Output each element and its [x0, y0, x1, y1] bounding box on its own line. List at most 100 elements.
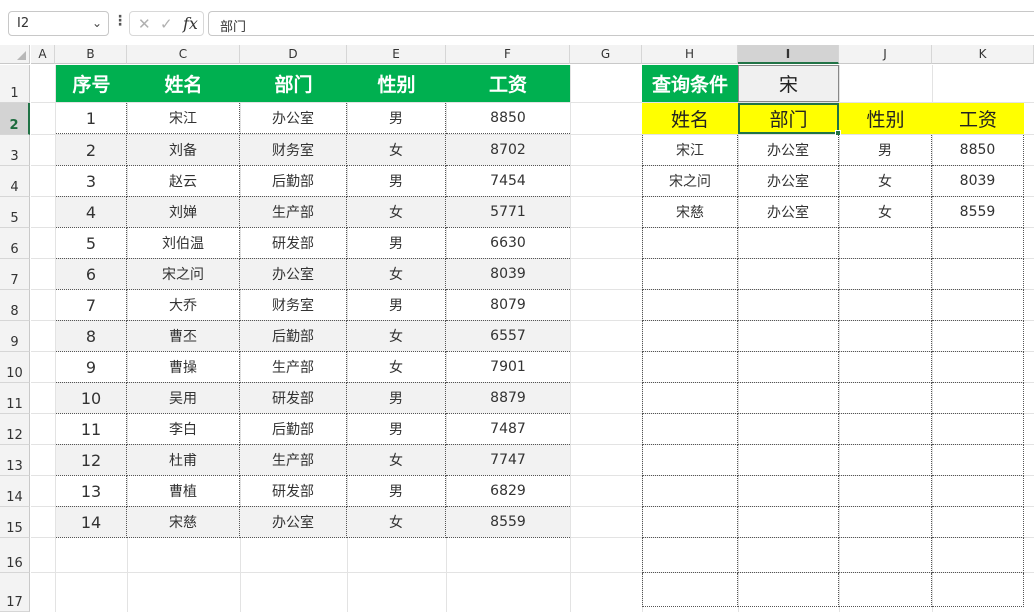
cell-salary[interactable]: 8702	[446, 135, 570, 166]
cell-salary[interactable]: 5771	[446, 197, 570, 228]
cell-name[interactable]: 刘伯温	[127, 228, 240, 259]
result-cell-empty[interactable]	[738, 538, 839, 573]
result-cell-empty[interactable]	[642, 538, 738, 573]
select-all-corner[interactable]	[0, 45, 30, 64]
insert-function-icon[interactable]: fx	[183, 14, 198, 33]
cell-salary[interactable]: 7901	[446, 352, 570, 383]
result-cell-empty[interactable]	[839, 414, 932, 445]
result-cell-empty[interactable]	[642, 573, 738, 607]
cell-gender[interactable]: 女	[347, 445, 446, 476]
cell-index[interactable]: 2	[56, 135, 127, 166]
query-label[interactable]: 查询条件	[642, 65, 738, 102]
header-name[interactable]: 姓名	[127, 65, 240, 102]
column-header-c[interactable]: C	[127, 45, 240, 64]
result-cell-empty[interactable]	[738, 573, 839, 607]
header-index[interactable]: 序号	[56, 65, 127, 102]
result-cell-name[interactable]: 宋慈	[642, 197, 738, 228]
row-header-13[interactable]: 13	[0, 445, 30, 476]
row-header-6[interactable]: 6	[0, 228, 30, 259]
row-header-17[interactable]: 17	[0, 573, 30, 612]
cell-department[interactable]: 生产部	[240, 352, 347, 383]
result-cell-empty[interactable]	[642, 228, 738, 259]
result-cell-empty[interactable]	[932, 352, 1024, 383]
cell-salary[interactable]: 6829	[446, 476, 570, 507]
result-cell-empty[interactable]	[839, 573, 932, 607]
column-header-g[interactable]: G	[570, 45, 642, 64]
result-cell-empty[interactable]	[932, 383, 1024, 414]
result-cell-empty[interactable]	[642, 290, 738, 321]
result-cell-empty[interactable]	[932, 573, 1024, 607]
result-cell-empty[interactable]	[738, 476, 839, 507]
row-header-15[interactable]: 15	[0, 507, 30, 538]
cell-index[interactable]: 13	[56, 476, 127, 507]
result-cell-empty[interactable]	[738, 228, 839, 259]
result-cell-empty[interactable]	[642, 259, 738, 290]
result-cell-empty[interactable]	[839, 445, 932, 476]
result-cell-empty[interactable]	[738, 321, 839, 352]
cell-index[interactable]: 4	[56, 197, 127, 228]
result-cell-empty[interactable]	[738, 290, 839, 321]
cell-index[interactable]: 11	[56, 414, 127, 445]
cell-index[interactable]: 10	[56, 383, 127, 414]
cell-name[interactable]: 宋江	[127, 103, 240, 134]
header-department[interactable]: 部门	[240, 65, 347, 102]
cell-department[interactable]: 后勤部	[240, 166, 347, 197]
row-header-11[interactable]: 11	[0, 383, 30, 414]
cell-salary[interactable]: 6630	[446, 228, 570, 259]
cell-department[interactable]: 生产部	[240, 445, 347, 476]
cell-gender[interactable]: 女	[347, 321, 446, 352]
result-header-department[interactable]: 部门	[738, 103, 839, 134]
cell-gender[interactable]: 男	[347, 166, 446, 197]
cell-department[interactable]: 办公室	[240, 103, 347, 134]
cell-gender[interactable]: 男	[347, 383, 446, 414]
cell-department[interactable]: 研发部	[240, 228, 347, 259]
cell-department[interactable]: 后勤部	[240, 414, 347, 445]
result-cell-empty[interactable]	[642, 476, 738, 507]
column-header-f[interactable]: F	[446, 45, 570, 64]
result-cell-empty[interactable]	[642, 507, 738, 538]
result-cell-empty[interactable]	[932, 290, 1024, 321]
cell-name[interactable]: 曹操	[127, 352, 240, 383]
row-header-16[interactable]: 16	[0, 538, 30, 573]
result-cell-empty[interactable]	[642, 445, 738, 476]
result-cell-empty[interactable]	[642, 352, 738, 383]
cell-name[interactable]: 曹丕	[127, 321, 240, 352]
cell-salary[interactable]: 8879	[446, 383, 570, 414]
result-cell-salary[interactable]: 8559	[932, 197, 1024, 228]
cell-name[interactable]: 刘备	[127, 135, 240, 166]
row-header-12[interactable]: 12	[0, 414, 30, 445]
cell-department[interactable]: 后勤部	[240, 321, 347, 352]
cell-gender[interactable]: 女	[347, 259, 446, 290]
cell-salary[interactable]: 6557	[446, 321, 570, 352]
cell-index[interactable]: 3	[56, 166, 127, 197]
cell-index[interactable]: 8	[56, 321, 127, 352]
cell-salary[interactable]: 8559	[446, 507, 570, 538]
result-cell-empty[interactable]	[839, 476, 932, 507]
result-cell-department[interactable]: 办公室	[738, 166, 839, 197]
check-icon[interactable]: ✓	[160, 15, 173, 33]
column-header-k[interactable]: K	[932, 45, 1034, 64]
cell-name[interactable]: 赵云	[127, 166, 240, 197]
result-cell-empty[interactable]	[839, 352, 932, 383]
result-cell-empty[interactable]	[738, 352, 839, 383]
row-header-5[interactable]: 5	[0, 197, 30, 228]
result-cell-empty[interactable]	[839, 507, 932, 538]
cell-index[interactable]: 12	[56, 445, 127, 476]
row-header-3[interactable]: 3	[0, 135, 30, 166]
result-cell-empty[interactable]	[642, 321, 738, 352]
cell-salary[interactable]: 8079	[446, 290, 570, 321]
cell-gender[interactable]: 女	[347, 135, 446, 166]
cell-gender[interactable]: 男	[347, 228, 446, 259]
result-cell-empty[interactable]	[932, 476, 1024, 507]
cell-name[interactable]: 杜甫	[127, 445, 240, 476]
cell-salary[interactable]: 7454	[446, 166, 570, 197]
result-header-gender[interactable]: 性别	[839, 103, 932, 134]
result-cell-empty[interactable]	[738, 414, 839, 445]
cell-index[interactable]: 5	[56, 228, 127, 259]
result-cell-empty[interactable]	[738, 507, 839, 538]
cell-index[interactable]: 14	[56, 507, 127, 538]
column-header-d[interactable]: D	[240, 45, 347, 64]
cell-salary[interactable]: 7747	[446, 445, 570, 476]
result-cell-salary[interactable]: 8850	[932, 135, 1024, 166]
result-cell-empty[interactable]	[839, 538, 932, 573]
